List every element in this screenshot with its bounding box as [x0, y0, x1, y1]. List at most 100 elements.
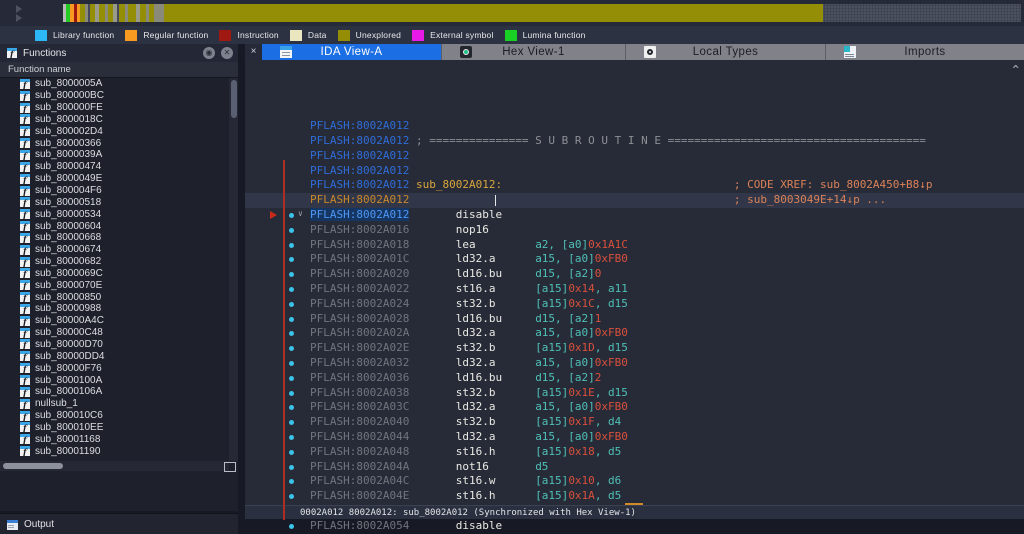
function-list-item[interactable]: sub_8000049E — [0, 173, 229, 185]
function-list-item[interactable]: sub_80000534 — [0, 208, 229, 220]
disassembly-line[interactable]: PFLASH:8002A012 — [245, 164, 1024, 179]
disassembly-line[interactable]: PFLASH:8002A054 disable — [245, 519, 1024, 534]
disassembly-line[interactable]: PFLASH:8002A040 st32.b [a15]0x1F, d4 — [245, 415, 1024, 430]
function-list-item[interactable]: sub_80000674 — [0, 244, 229, 256]
tab-local-types[interactable]: Local Types — [625, 44, 825, 60]
function-list-item[interactable]: sub_80000474 — [0, 161, 229, 173]
function-list-item[interactable]: sub_8000039A — [0, 149, 229, 161]
tab-ida-view-a[interactable]: IDA View-A — [262, 44, 441, 60]
address: PFLASH:8002A012 — [310, 133, 410, 147]
navigation-band[interactable] — [63, 4, 1021, 22]
disassembly-line[interactable]: PFLASH:8002A038 st32.b [a15]0x1E, d15 — [245, 386, 1024, 401]
function-list-item[interactable]: sub_80000682 — [0, 256, 229, 268]
navband-segment[interactable] — [128, 4, 136, 22]
disassembly-line[interactable]: PFLASH:8002A020 ld16.bu d15, [a2]0 — [245, 267, 1024, 282]
function-name-column-header[interactable]: Function name — [0, 62, 238, 78]
function-list-item[interactable]: sub_800004F6 — [0, 185, 229, 197]
disassembly-line[interactable]: PFLASH:8002A04A not16 d5 — [245, 460, 1024, 475]
disassembly-line[interactable]: PFLASH:8002A036 ld16.bu d15, [a2]2 — [245, 371, 1024, 386]
disassembly-line[interactable]: PFLASH:8002A024 st32.b [a15]0x1C, d15 — [245, 297, 1024, 312]
function-icon — [20, 315, 30, 327]
function-list-item[interactable]: nullsub_1 — [0, 398, 229, 410]
token-m: ld16.bu — [455, 370, 536, 384]
function-list-item[interactable]: sub_80000366 — [0, 137, 229, 149]
disassembly-line[interactable]: PFLASH:8002A028 ld16.bu d15, [a2]1 — [245, 312, 1024, 327]
function-list-item[interactable]: sub_800002D4 — [0, 125, 229, 137]
function-list-item[interactable]: sub_8000106A — [0, 386, 229, 398]
function-list-item[interactable]: sub_8000018C — [0, 114, 229, 125]
function-list-item[interactable]: sub_8000070E — [0, 279, 229, 291]
disassembly-line[interactable]: PFLASH:8002A012 ; sub_8003049E+14↓p ... — [245, 193, 1024, 208]
functions-vertical-scrollbar-handle[interactable] — [231, 80, 237, 118]
function-name: sub_80000474 — [35, 161, 102, 173]
nav-down-arrow-icon[interactable] — [16, 14, 22, 22]
scroll-up-icon[interactable]: ^ — [1012, 63, 1019, 76]
token-x: ; CODE XREF: sub_8002A450+B8↓p — [733, 178, 933, 192]
function-list-item[interactable]: sub_80000DD4 — [0, 350, 229, 362]
address: PFLASH:8002A03C — [310, 400, 410, 414]
token-r: a15, [a0] — [535, 429, 595, 443]
disassembly-line[interactable]: PFLASH:8002A02E st32.b [a15]0x1D, d15 — [245, 341, 1024, 356]
close-tab-icon[interactable]: × — [245, 44, 262, 60]
disassembly-line[interactable]: PFLASH:8002A022 st16.a [a15]0x14, a11 — [245, 282, 1024, 297]
navband-segment[interactable] — [154, 4, 164, 22]
disassembly-line[interactable]: PFLASH:8002A03C ld32.a a15, [a0]0xFB0 — [245, 400, 1024, 415]
function-list-item[interactable]: sub_80000850 — [0, 291, 229, 303]
navband-segment[interactable] — [164, 4, 175, 22]
function-list-item[interactable]: sub_8000005A — [0, 78, 229, 90]
disassembly-line[interactable]: PFLASH:8002A012 ; =============== S U B … — [245, 134, 1024, 149]
disassembly-line[interactable]: PFLASH:8002A012 — [245, 149, 1024, 164]
function-list-item[interactable]: sub_8000100A — [0, 374, 229, 386]
local-types-icon — [644, 46, 656, 58]
function-list-item[interactable]: sub_80000518 — [0, 196, 229, 208]
function-list-item[interactable]: sub_800010EE — [0, 421, 229, 433]
token-r: [a15] — [535, 489, 569, 503]
function-icon — [20, 422, 30, 433]
panel-close-button[interactable]: ✕ — [221, 47, 233, 59]
token-m: ld16.bu — [455, 267, 536, 281]
function-list-item[interactable]: sub_80001168 — [0, 433, 229, 445]
tab-hex-view-1[interactable]: Hex View-1 — [441, 44, 625, 60]
navband-segment[interactable] — [175, 4, 823, 22]
output-panel-header[interactable]: Output — [0, 513, 238, 534]
disassembly-line[interactable]: PFLASH:8002A01C ld32.a a15, [a0]0xFB0 — [245, 252, 1024, 267]
navband-segment[interactable] — [823, 4, 1021, 22]
function-list-item[interactable]: sub_80000604 — [0, 220, 229, 232]
function-name: sub_8000005A — [35, 78, 103, 90]
functions-horizontal-scrollbar-handle[interactable] — [3, 463, 63, 469]
function-list-item[interactable]: sub_800010C6 — [0, 410, 229, 422]
disassembly-view[interactable]: ^ PFLASH:8002A012 PFLASH:8002A012 ; =====… — [245, 60, 1024, 534]
function-list-item[interactable]: sub_8000069C — [0, 268, 229, 279]
nav-up-arrow-icon[interactable] — [16, 5, 22, 13]
disassembly-line[interactable]: PFLASH:8002A044 ld32.a a15, [a0]0xFB0 — [245, 430, 1024, 445]
function-list-item[interactable]: sub_800000BC — [0, 90, 229, 102]
collapse-chevron-icon[interactable]: ∨ — [298, 207, 303, 222]
disassembly-line[interactable]: PFLASH:8002A032 ld32.a a15, [a0]0xFB0 — [245, 356, 1024, 371]
disassembly-line[interactable]: PFLASH:8002A012 sub_8002A012: ; CODE XRE… — [245, 178, 1024, 193]
disassembly-line[interactable]: PFLASH:8002A016 nop16 — [245, 223, 1024, 238]
function-list-item[interactable]: sub_80000A4C — [0, 315, 229, 327]
token-m: ld32.a — [455, 355, 536, 369]
disassembly-line[interactable]: PFLASH:8002A018 lea a2, [a0]0x1A1C — [245, 238, 1024, 253]
disassembly-line[interactable]: PFLASH:8002A048 st16.h [a15]0x18, d5 — [245, 445, 1024, 460]
function-list-item[interactable]: sub_80000668 — [0, 232, 229, 244]
token-x: ; sub_8003049E+14↓p ... — [733, 193, 887, 207]
function-list-item[interactable]: sub_80000C48 — [0, 327, 229, 339]
disassembly-line[interactable]: PFLASH:8002A02A ld32.a a15, [a0]0xFB0 — [245, 326, 1024, 341]
token-m: ld32.a — [455, 326, 536, 340]
disassembly-line[interactable]: ∨ PFLASH:8002A012 disable — [245, 207, 1024, 223]
disassembly-line[interactable]: PFLASH:8002A012 — [245, 119, 1024, 134]
function-list-item[interactable]: sub_80000D70 — [0, 339, 229, 350]
tab-imports[interactable]: Imports — [825, 44, 1024, 60]
function-list-item[interactable]: sub_80000F76 — [0, 362, 229, 374]
functions-vertical-scrollbar[interactable] — [229, 78, 238, 461]
instruction-dot-icon — [289, 346, 294, 352]
disassembly-line[interactable]: PFLASH:8002A04E st16.h [a15]0x1A, d5 — [245, 489, 1024, 504]
disassembly-line[interactable]: PFLASH:8002A04C st16.w [a15]0x10, d6 — [245, 474, 1024, 489]
function-list-item[interactable]: sub_80001190 — [0, 445, 229, 457]
function-icon — [20, 375, 30, 386]
function-list-item[interactable]: sub_80000988 — [0, 303, 229, 315]
function-list-item[interactable]: sub_800000FE — [0, 102, 229, 114]
legend: Library function Regular function Instruct… — [0, 26, 1024, 44]
panel-options-button[interactable]: ◉ — [203, 47, 215, 59]
